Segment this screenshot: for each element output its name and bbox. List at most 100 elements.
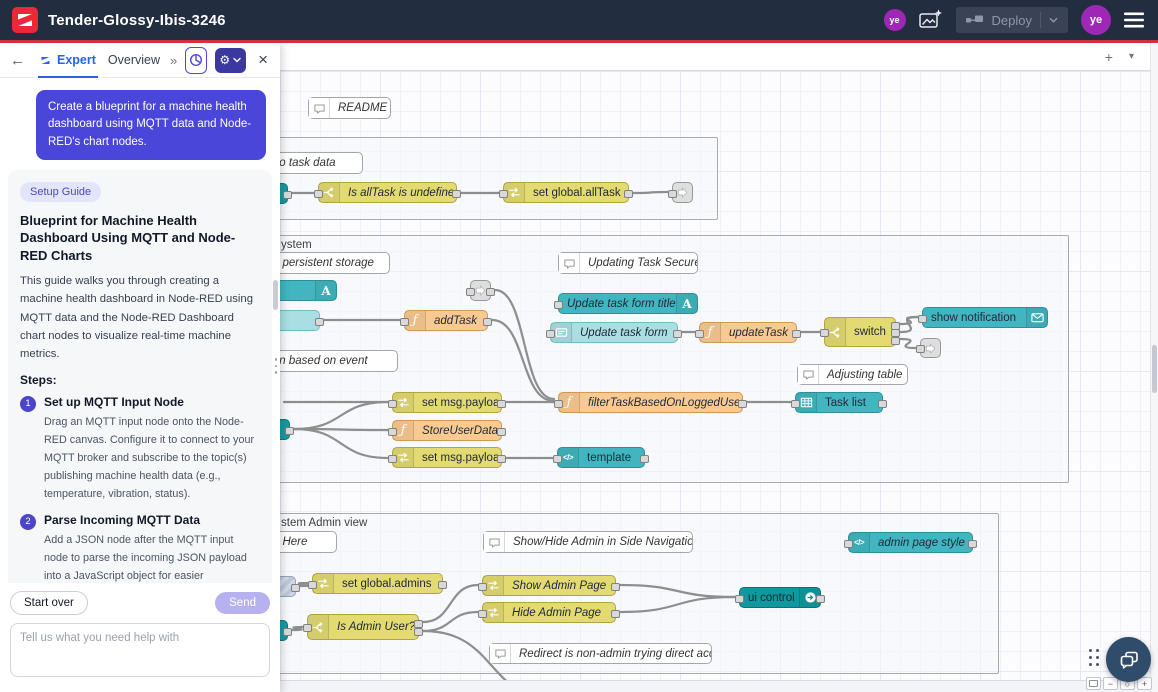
node-is-alltask-is-undefined[interactable]: Is allTask is undefined [318, 182, 457, 203]
tab-overview[interactable]: Overview [106, 53, 162, 67]
output-port[interactable] [483, 318, 492, 326]
output-port[interactable] [497, 455, 506, 463]
node-storeuserdata[interactable]: ƒStoreUserData [392, 420, 502, 441]
node-set-global-admins[interactable]: set global.admins [312, 573, 443, 594]
node-readme[interactable]: README [308, 97, 391, 119]
node-hide-admin-page[interactable]: Hide Admin Page [482, 602, 616, 623]
more-tabs-chevrons[interactable]: » [170, 53, 177, 68]
input-port[interactable] [918, 315, 927, 323]
node-redirect-is-non-admin-trying-direct-access[interactable]: Redirect is non-admin trying direct acce… [489, 643, 712, 664]
settings-dropdown-button[interactable]: ⚙ [215, 48, 247, 73]
node-show-admin-page[interactable]: Show Admin Page [482, 575, 616, 596]
hamburger-menu-icon[interactable] [1124, 11, 1146, 29]
output-port[interactable] [285, 427, 294, 435]
output-port[interactable] [452, 190, 461, 198]
output-port[interactable] [624, 190, 633, 198]
node-update-task-form[interactable]: Update task form [550, 322, 678, 343]
input-port[interactable] [554, 301, 563, 309]
output-port[interactable] [968, 540, 977, 548]
node-updatetask[interactable]: ƒupdateTask [699, 322, 797, 343]
node-adjusting-table[interactable]: Adjusting table [797, 364, 908, 385]
user-avatar[interactable]: ye [1081, 5, 1111, 35]
input-port[interactable] [695, 330, 704, 338]
output-port[interactable] [738, 400, 747, 408]
output-port[interactable] [291, 584, 300, 592]
input-port[interactable] [478, 610, 487, 618]
input-port[interactable] [553, 455, 562, 463]
sidebar-resize-handle[interactable] [275, 358, 278, 374]
node-addtask[interactable]: ƒaddTask [404, 310, 488, 331]
output-port[interactable] [497, 428, 506, 436]
output-port[interactable] [486, 288, 495, 296]
link-node-2[interactable] [470, 280, 491, 301]
input-port[interactable] [916, 345, 925, 353]
output-port[interactable] [611, 610, 620, 618]
add-flow-button[interactable]: + [1105, 50, 1113, 64]
drag-handle-dots[interactable] [1089, 649, 1099, 666]
input-port[interactable] [844, 540, 853, 548]
canvas-vertical-scrollbar[interactable] [1150, 43, 1158, 692]
ai-image-icon[interactable] [919, 9, 943, 31]
output-port[interactable] [640, 455, 649, 463]
output-port[interactable] [315, 318, 324, 326]
node-set-msg-payload[interactable]: set msg.payload [392, 392, 502, 413]
input-port[interactable] [820, 329, 829, 337]
node-set-msg-payload[interactable]: set msg.payload [392, 447, 502, 468]
send-button[interactable]: Send [215, 592, 270, 614]
input-port[interactable] [388, 400, 397, 408]
zoom-out-button[interactable]: − [1103, 677, 1118, 690]
node-updating-task-securely[interactable]: Updating Task Securely [558, 252, 698, 274]
link-out-node-1[interactable] [672, 182, 693, 203]
navigator-button[interactable] [1086, 677, 1101, 690]
chat-fab-button[interactable] [1106, 637, 1151, 682]
output-port[interactable] [414, 620, 423, 628]
input-port[interactable] [466, 288, 475, 296]
assistant-avatar-small[interactable]: ye [884, 9, 906, 31]
sidebar-scrollbar-thumb[interactable] [273, 280, 278, 310]
output-port[interactable] [891, 337, 900, 345]
node-template[interactable]: </>template [557, 447, 645, 468]
input-port[interactable] [400, 318, 409, 326]
input-port[interactable] [308, 581, 317, 589]
output-port[interactable] [816, 595, 825, 603]
input-port[interactable] [478, 583, 487, 591]
deploy-dropdown-chevron-icon[interactable] [1049, 17, 1058, 23]
input-port[interactable] [303, 624, 312, 632]
tab-expert[interactable]: Expert [37, 53, 98, 67]
back-arrow-icon[interactable]: ← [10, 52, 25, 69]
input-port[interactable] [314, 190, 323, 198]
output-port[interactable] [891, 329, 900, 337]
node-is-admin-user[interactable]: Is Admin User? [307, 614, 419, 640]
output-port[interactable] [283, 628, 292, 636]
flowfuse-logo[interactable] [12, 7, 38, 33]
output-port[interactable] [878, 400, 887, 408]
node-show-notification[interactable]: show notification [922, 307, 1048, 328]
node-ui-control[interactable]: ui control [739, 587, 821, 608]
output-port[interactable] [497, 400, 506, 408]
output-port[interactable] [611, 583, 620, 591]
node-admin-page-style[interactable]: </>admin page style [848, 532, 973, 553]
scrollbar-thumb[interactable] [1152, 345, 1157, 393]
input-port[interactable] [791, 400, 800, 408]
node-switch[interactable]: switch [824, 317, 896, 347]
chart-panel-button[interactable] [185, 47, 206, 74]
link-out-node-3[interactable] [920, 338, 941, 358]
input-port[interactable] [388, 428, 397, 436]
deploy-button[interactable]: Deploy [956, 7, 1068, 33]
flow-list-menu-button[interactable]: ▾ [1129, 52, 1134, 62]
start-over-button[interactable]: Start over [10, 591, 88, 615]
input-port[interactable] [546, 330, 555, 338]
output-port[interactable] [283, 191, 292, 199]
output-port[interactable] [414, 628, 423, 636]
input-port[interactable] [388, 455, 397, 463]
input-port[interactable] [499, 190, 508, 198]
node-update-task-form-title[interactable]: AUpdate task form title [558, 293, 698, 314]
node-show-hide-admin-in-side-navigation[interactable]: Show/Hide Admin in Side Navigation [483, 531, 693, 553]
node-set-global-alltask[interactable]: set global.allTask [503, 182, 629, 203]
output-port[interactable] [438, 581, 447, 589]
assistant-message-input[interactable] [10, 623, 270, 677]
input-port[interactable] [668, 190, 677, 198]
node-filtertaskbasedonloggeduser[interactable]: ƒfilterTaskBasedOnLoggedUser [558, 392, 743, 413]
input-port[interactable] [735, 595, 744, 603]
output-port[interactable] [673, 330, 682, 338]
